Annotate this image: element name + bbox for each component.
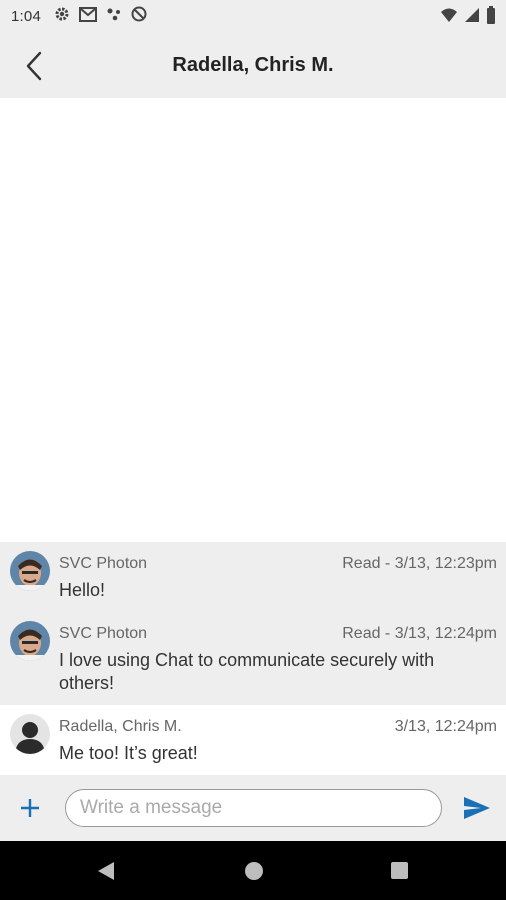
add-attachment-button[interactable] — [14, 792, 46, 824]
nav-recents-button[interactable] — [390, 861, 409, 885]
page-title: Radella, Chris M. — [172, 53, 334, 76]
home-circle-icon — [245, 862, 263, 880]
status-bar: 1:04 — [0, 0, 506, 32]
message-text: Me too! It’s great! — [59, 743, 198, 763]
plus-icon — [21, 799, 39, 817]
send-button[interactable] — [460, 792, 494, 824]
chevron-left-icon — [26, 51, 42, 81]
send-icon — [464, 797, 490, 819]
message-item[interactable]: SVC Photon Read - 3/13, 12:24pm I love u… — [0, 612, 506, 705]
assistant-dots-icon — [106, 7, 122, 25]
message-sender: Radella, Chris M. — [59, 718, 182, 735]
avatar[interactable] — [10, 551, 50, 591]
wifi-icon — [440, 7, 458, 27]
system-nav-bar — [0, 841, 506, 900]
nav-back-button[interactable] — [96, 861, 116, 886]
message-time: 3/13, 12:24pm — [394, 718, 497, 735]
no-disturb-icon — [131, 6, 147, 26]
battery-icon — [486, 6, 496, 28]
message-input[interactable] — [65, 789, 442, 827]
app-header: Radella, Chris M. — [0, 32, 506, 98]
message-composer — [0, 775, 506, 841]
cell-signal-icon — [464, 7, 480, 27]
avatar[interactable] — [10, 621, 50, 661]
message-text: Hello! — [59, 580, 106, 600]
status-icons-left — [54, 6, 147, 26]
message-item[interactable]: SVC Photon Read - 3/13, 12:23pm Hello! — [0, 542, 506, 612]
avatar[interactable] — [10, 714, 50, 754]
message-sender: SVC Photon — [59, 555, 148, 572]
gear-icon — [54, 6, 70, 26]
chat-history-area[interactable] — [0, 98, 506, 542]
back-triangle-icon — [98, 862, 114, 880]
message-text: I love using Chat to communicate securel… — [59, 650, 435, 693]
message-item[interactable]: Radella, Chris M. 3/13, 12:24pm Me too! … — [0, 705, 506, 775]
message-status-time: Read - 3/13, 12:23pm — [342, 555, 497, 572]
message-sender: SVC Photon — [59, 625, 148, 642]
recents-square-icon — [391, 862, 408, 879]
status-icons-right — [440, 6, 496, 28]
back-button[interactable] — [14, 46, 54, 86]
status-time: 1:04 — [11, 7, 41, 25]
nav-home-button[interactable] — [244, 861, 264, 886]
mail-icon — [79, 6, 97, 26]
message-status-time: Read - 3/13, 12:24pm — [342, 625, 497, 642]
